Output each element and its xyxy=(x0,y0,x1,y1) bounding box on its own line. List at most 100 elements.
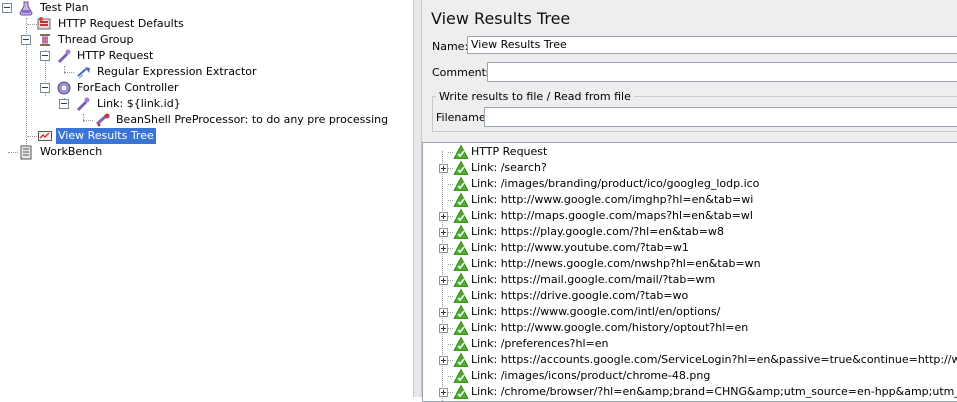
tree-node-label: HTTP Request xyxy=(77,49,154,62)
result-row[interactable]: Link: http://www.google.com/imghp?hl=en&… xyxy=(423,192,957,208)
tree-node-label: Test Plan xyxy=(40,1,89,14)
result-row[interactable]: Link: https://drive.google.com/?tab=wo xyxy=(423,288,957,304)
result-row[interactable]: Link: /chrome/browser/?hl=en&amp;brand=C… xyxy=(423,384,957,400)
result-label: Link: http://news.google.com/nwshp?hl=en… xyxy=(471,257,761,270)
expand-icon[interactable] xyxy=(439,308,448,317)
result-row[interactable]: Link: http://news.google.com/nwshp?hl=en… xyxy=(423,256,957,272)
tree-node-label: View Results Tree xyxy=(56,128,156,144)
file-group-title: Write results to file / Read from file xyxy=(436,90,634,103)
success-icon xyxy=(453,192,469,208)
test-plan-tree: Test Plan HTTP Request Defaults Thread G… xyxy=(0,0,413,397)
success-icon xyxy=(453,384,469,400)
success-icon xyxy=(453,208,469,224)
collapse-handle[interactable] xyxy=(40,83,50,93)
expand-icon[interactable] xyxy=(439,276,448,285)
tree-node-label: Link: ${link.id} xyxy=(97,97,181,110)
expand-icon[interactable] xyxy=(439,212,448,221)
tree-node-http-request[interactable]: HTTP Request xyxy=(0,48,300,64)
result-row[interactable]: Link: https://mail.google.com/mail/?tab=… xyxy=(423,272,957,288)
expand-icon[interactable] xyxy=(439,324,448,333)
result-label: Link: /images/branding/product/ico/googl… xyxy=(471,177,760,190)
result-label: Link: /chrome/browser/?hl=en&amp;brand=C… xyxy=(471,385,957,398)
result-label: Link: http://www.youtube.com/?tab=w1 xyxy=(471,241,689,254)
result-row[interactable]: HTTP Request xyxy=(423,144,957,160)
result-label: Link: /images/icons/product/chrome-48.pn… xyxy=(471,369,711,382)
success-icon xyxy=(453,336,469,352)
tree-node-workbench[interactable]: WorkBench xyxy=(0,144,300,160)
result-label: Link: https://drive.google.com/?tab=wo xyxy=(471,289,689,302)
tree-node-beanshell-preprocessor[interactable]: BeanShell PreProcessor: to do any pre pr… xyxy=(0,112,400,128)
result-row[interactable]: Link: http://www.google.com/history/opto… xyxy=(423,320,957,336)
spool-icon xyxy=(37,32,53,48)
expand-icon[interactable] xyxy=(439,228,448,237)
result-row[interactable]: Link: http://maps.google.com/maps?hl=en&… xyxy=(423,208,957,224)
success-icon xyxy=(453,368,469,384)
clipboard-icon xyxy=(18,144,34,160)
expand-icon[interactable] xyxy=(439,244,448,253)
result-label: Link: http://www.google.com/history/opto… xyxy=(471,321,749,334)
tree-node-label: Regular Expression Extractor xyxy=(97,65,257,78)
filename-label: Filename xyxy=(436,111,486,124)
pipette-icon xyxy=(75,96,91,112)
tree-node-label: HTTP Request Defaults xyxy=(58,17,184,30)
result-row[interactable]: Link: https://play.google.com/?hl=en&tab… xyxy=(423,224,957,240)
tree-node-view-results-tree[interactable]: View Results Tree xyxy=(0,128,300,144)
success-icon xyxy=(453,256,469,272)
result-row[interactable]: Link: /images/branding/product/ico/googl… xyxy=(423,176,957,192)
result-label: Link: https://mail.google.com/mail/?tab=… xyxy=(471,273,716,286)
expand-icon[interactable] xyxy=(439,356,448,365)
success-icon xyxy=(453,320,469,336)
results-tree[interactable]: HTTP Request Link: /search? Link: /images/… xyxy=(422,142,957,402)
success-icon xyxy=(453,160,469,176)
result-row[interactable]: Link: /search? xyxy=(423,160,957,176)
tree-node-http-request-defaults[interactable]: HTTP Request Defaults xyxy=(0,16,300,32)
result-label: Link: /search? xyxy=(471,161,547,174)
gear-icon xyxy=(56,80,72,96)
tree-node-link-sampler[interactable]: Link: ${link.id} xyxy=(0,96,300,112)
result-row[interactable]: Link: https://accounts.google.com/Servic… xyxy=(423,352,957,368)
expand-icon[interactable] xyxy=(439,164,448,173)
expand-icon[interactable] xyxy=(439,388,448,397)
tree-node-label: ForEach Controller xyxy=(77,81,179,94)
flask-icon xyxy=(18,0,34,16)
tree-node-regex-extractor[interactable]: Regular Expression Extractor xyxy=(0,64,300,80)
success-icon xyxy=(453,144,469,160)
result-label: Link: /preferences?hl=en xyxy=(471,337,609,350)
success-icon xyxy=(453,176,469,192)
collapse-handle[interactable] xyxy=(21,35,31,45)
tree-node-label: WorkBench xyxy=(40,145,103,158)
filename-field[interactable] xyxy=(484,107,957,127)
result-row[interactable]: Link: /preferences?hl=en xyxy=(423,336,957,352)
tree-node-test-plan[interactable]: Test Plan xyxy=(0,0,300,16)
collapse-handle[interactable] xyxy=(40,51,50,61)
tree-node-foreach-controller[interactable]: ForEach Controller xyxy=(0,80,300,96)
preprocessor-icon xyxy=(95,112,111,128)
result-label: Link: https://accounts.google.com/Servic… xyxy=(471,353,957,366)
result-label: Link: https://www.google.com/intl/en/opt… xyxy=(471,305,721,318)
result-row[interactable]: Link: https://www.google.com/intl/en/opt… xyxy=(423,304,957,320)
tree-node-label: Thread Group xyxy=(58,33,134,46)
pipette-icon xyxy=(56,48,72,64)
result-label: Link: http://www.google.com/imghp?hl=en&… xyxy=(471,193,754,206)
result-label: Link: https://play.google.com/?hl=en&tab… xyxy=(471,225,724,238)
collapse-handle[interactable] xyxy=(59,99,69,109)
success-icon xyxy=(453,224,469,240)
success-icon xyxy=(453,240,469,256)
page-title: View Results Tree xyxy=(431,9,571,28)
success-icon xyxy=(453,352,469,368)
success-icon xyxy=(453,288,469,304)
success-icon xyxy=(453,304,469,320)
view-results-tree-panel: View Results Tree Name: View Results Tre… xyxy=(422,0,957,402)
result-row[interactable]: Link: http://www.youtube.com/?tab=w1 xyxy=(423,240,957,256)
tree-node-label: BeanShell PreProcessor: to do any pre pr… xyxy=(116,113,389,126)
name-label: Name: xyxy=(432,40,469,53)
monitor-icon xyxy=(37,128,53,144)
collapse-handle[interactable] xyxy=(2,3,12,13)
result-row[interactable]: Link: /images/icons/product/chrome-48.pn… xyxy=(423,368,957,384)
result-label: HTTP Request xyxy=(471,145,548,158)
name-field[interactable]: View Results Tree xyxy=(467,36,957,54)
comments-field[interactable] xyxy=(487,62,957,82)
split-pane-divider[interactable] xyxy=(413,0,422,397)
tree-node-thread-group[interactable]: Thread Group xyxy=(0,32,300,48)
extractor-icon xyxy=(76,64,92,80)
